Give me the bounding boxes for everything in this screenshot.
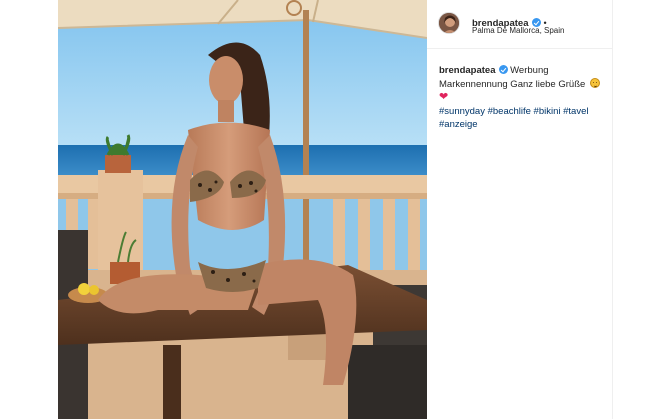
hashtag-bikini[interactable]: #bikini [534, 106, 561, 117]
post-side-panel: brendapatea • Palma De Mallorca, Spain br… [427, 0, 613, 419]
hashtag-anzeige[interactable]: #anzeige [439, 119, 478, 130]
caption-username[interactable]: brendapatea [439, 65, 496, 76]
post-header: brendapatea • Palma De Mallorca, Spain [427, 0, 612, 49]
hashtag-beachlife[interactable]: #beachlife [488, 106, 531, 117]
avatar[interactable] [438, 12, 460, 34]
hashtag-tavel[interactable]: #tavel [563, 106, 588, 117]
post-caption: brendapatea Werbung Markennennung Ganz l… [439, 64, 607, 132]
red-heart-emoji-icon: ❤ [439, 91, 449, 103]
hashtag-sunnyday[interactable]: #sunnyday [439, 106, 485, 117]
location-link[interactable]: Palma De Mallorca, Spain [472, 26, 564, 35]
smiling-face-emoji-icon [589, 77, 600, 88]
post-photo[interactable] [58, 0, 427, 419]
verified-badge-icon [498, 65, 508, 74]
